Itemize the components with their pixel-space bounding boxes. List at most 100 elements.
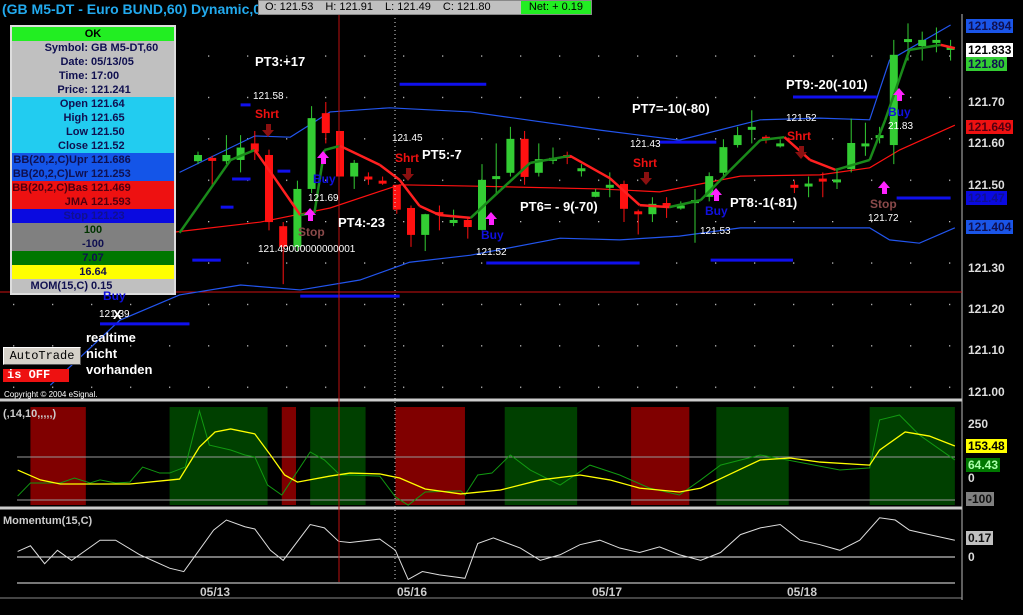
indicator-zone-green [869,407,955,505]
buy-signal-label: Buy [481,228,504,242]
candle-up [591,191,600,197]
low-value: L: 121.49 [385,1,431,13]
price-label: 21.83 [888,121,914,132]
row-value: 17:00 [91,70,120,82]
candle-up [421,214,430,235]
price-label: 121.49000000000001 [258,244,356,255]
price-label: 121.58 [253,91,284,102]
trade-label-pt8: PT8:-1(-81) [730,195,798,210]
candle-up [861,143,870,147]
row-value: 121.65 [91,112,125,124]
cross-marker-icon: X [113,307,122,322]
price-tick: 121.50 [968,177,1005,192]
row-label: BB(20,2,C)Bas [12,182,88,194]
trade-label-pt9: PT9:-20(-101) [786,77,868,92]
row-label: Symbol: [44,42,88,54]
row-value: 121.241 [91,84,131,96]
data-window[interactable]: OK Symbol: GB M5-DT,60 Date: 05/13/05 Time: 1… [10,25,176,295]
momentum-tag: 0.17 [966,531,994,545]
data-window-row: Open 121.64 [12,97,174,111]
indicator-zone-green [504,407,578,505]
row-label: BB(20,2,C)Lwr [12,168,88,180]
data-window-row: Time: 17:00 [12,69,174,83]
row-label: Price: [57,84,88,96]
buy-signal-label: Buy [313,172,336,186]
price-label: 121.45 [392,133,423,144]
row-label: MOM(15,C) [30,280,88,292]
indicator-tick: 0 [968,471,975,485]
data-window-row: Symbol: GB M5-DT,60 [12,41,174,55]
row-label: Close [58,140,88,152]
date-label: 05/13 [200,585,231,599]
candle-down [378,180,387,184]
indicator-tick: 250 [968,417,989,431]
price-label: 121.52 [786,113,817,124]
row-value: 16.64 [79,266,107,278]
price-tag: 121.833 [966,43,1014,57]
data-window-row: BB(20,2,C)Upr 121.686 [12,153,174,167]
candle-down [364,176,373,180]
row-label: Date: [60,56,88,68]
trade-label-pt4: PT4:-23 [338,215,385,230]
short-signal-label: Shrt [395,151,419,165]
row-label: Open [59,98,88,110]
indicator-zone-red [281,407,296,505]
trade-label-pt6: PT6= - 9(-70) [520,199,598,214]
indicator-yellow-line [17,428,956,495]
row-value: 121.253 [91,168,131,180]
candle-up [605,184,614,188]
row-value: 121.64 [91,98,125,110]
indicator-zone-green [310,407,366,505]
momentum-panel-label: Momentum(15,C) [3,515,93,527]
row-label: BB(20,2,C)Upr [13,154,88,166]
data-window-status: OK [12,27,174,41]
candle-up [733,135,742,146]
row-value: 7.07 [82,252,104,264]
price-label: 121.69 [308,193,339,204]
price-tag: 121.80 [966,57,1007,71]
price-label: 121.52 [476,247,507,258]
autotrade-button[interactable]: AutoTrade [3,347,81,365]
price-tick: 121.60 [968,136,1005,151]
buy-signal-label: Buy [705,204,728,218]
indicator-tag: 153.48 [966,439,1007,453]
price-tick: 121.20 [968,302,1005,316]
candle-down [321,113,330,134]
close-value: C: 121.80 [442,1,491,13]
ohlc-bar: O: 121.53 H: 121.91 L: 121.49 C: 121.80 … [258,0,592,15]
row-label: JMA [64,196,88,208]
data-window-row: 16.64 [12,265,174,279]
data-window-row: BB(20,2,C)Lwr 121.253 [12,167,174,181]
data-window-row: Stop 121.23 [12,209,174,223]
data-window-row: JMA 121.593 [12,195,174,209]
price-label: 121.72 [868,213,899,224]
price-tag: 121.649 [966,120,1014,134]
candle-down [336,130,344,177]
open-value: O: 121.53 [265,1,314,13]
candle-up [350,162,359,177]
momentum-series [17,517,955,584]
indicator-zone-green [169,407,268,505]
indicator-panel-label: (,14,10,,,,,) [3,408,57,420]
date-label: 05/16 [397,585,428,599]
price-tick: 121.00 [968,384,1005,399]
short-signal-label: Shrt [633,156,657,170]
candle-up [747,126,756,130]
row-label: Stop [63,210,88,222]
candle-down [407,207,415,235]
short-signal-label: Shrt [787,129,811,143]
data-window-row: Close 121.52 [12,139,174,153]
price-tag: 121.894 [966,19,1014,33]
indicator-zone-red [30,407,86,505]
data-window-row: Price: 121.241 [12,83,174,97]
autotrade-status: is OFF [3,369,69,382]
row-value: GB M5-DT,60 [91,42,159,54]
indicator-series [17,408,956,506]
net-change: Net: + 0.19 [520,1,591,14]
data-window-row: Date: 05/13/05 [12,55,174,69]
indicator-tag: 64.43 [966,458,1001,472]
price-tag: 121.404 [966,220,1014,234]
high-value: H: 121.91 [325,1,374,13]
data-window-row: -100 [12,237,174,251]
buy-signal-label: Buy [888,105,911,119]
